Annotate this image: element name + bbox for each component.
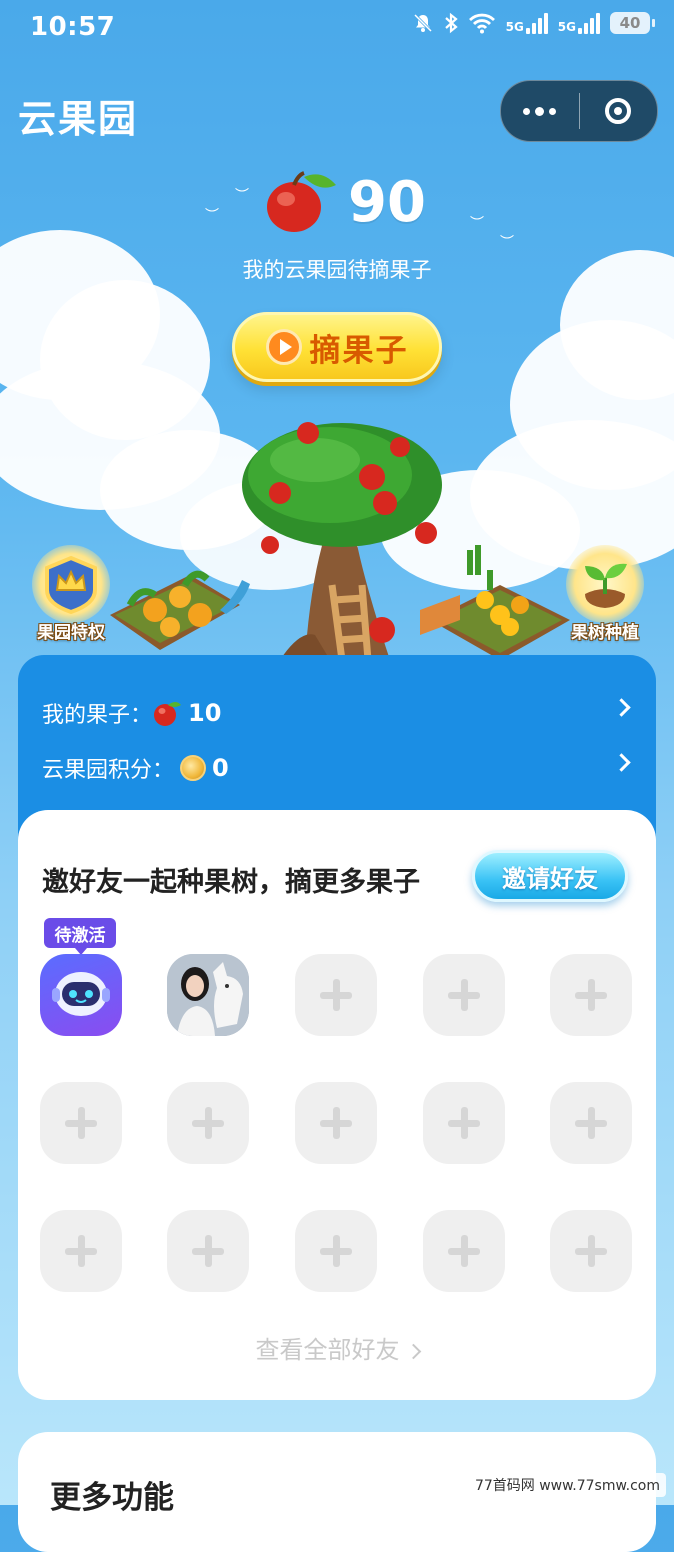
play-icon <box>265 329 302 365</box>
plus-icon <box>575 1107 607 1139</box>
status-icons: 5G 5G 40 <box>412 12 655 34</box>
points-row[interactable]: 云果园积分： 0 <box>42 748 632 788</box>
signal-5g-2: 5G <box>558 12 600 34</box>
pick-fruit-label: 摘果子 <box>309 332 409 369</box>
friend-slot[interactable] <box>167 954 249 1036</box>
chevron-right-icon <box>612 753 631 772</box>
plus-icon <box>448 979 480 1011</box>
friend-slot[interactable] <box>167 1210 249 1292</box>
watermark: 77首码网 www.77smw.com <box>468 1473 666 1497</box>
plus-icon <box>320 1107 352 1139</box>
plus-icon <box>448 1235 480 1267</box>
apple-tree-scene <box>110 422 570 660</box>
plus-icon <box>192 1235 224 1267</box>
orchard-privilege-button[interactable]: 果园特权 <box>26 545 116 645</box>
friend-slot[interactable] <box>550 1210 632 1292</box>
crown-shield-icon <box>45 555 97 614</box>
planting-badge-visual <box>566 545 644 623</box>
apple-icon <box>267 170 336 232</box>
battery-icon: 40 <box>610 12 655 34</box>
points-value: 0 <box>212 754 229 782</box>
plus-icon <box>448 1107 480 1139</box>
plus-icon <box>575 979 607 1011</box>
fruit-counter: 90 <box>264 170 426 235</box>
status-bar: 10:57 5G 5G 40 <box>0 0 674 56</box>
tree-planting-label: 果树种植 <box>571 623 639 643</box>
invite-title: 邀好友一起种果树，摘更多果子 <box>42 867 420 898</box>
invite-card: 邀好友一起种果树，摘更多果子 邀请好友 待激活 查看全部好友 <box>18 810 656 1400</box>
sprout-icon <box>585 563 627 608</box>
pick-fruit-button[interactable]: 摘果子 <box>232 312 442 382</box>
view-all-label: 查看全部好友 <box>255 1336 400 1364</box>
mini-program-capsule <box>500 80 658 142</box>
mute-bell-icon <box>413 13 432 33</box>
my-fruit-row[interactable]: 我的果子： 10 <box>42 693 632 733</box>
tree-planting-button[interactable]: 果树种植 <box>560 545 650 645</box>
pepper-planter <box>420 545 570 660</box>
coin-icon <box>180 755 207 781</box>
points-label: 云果园积分： <box>42 758 175 783</box>
more-features-title: 更多功能 <box>50 1480 174 1516</box>
plus-icon <box>320 979 352 1011</box>
apple-icon <box>154 702 182 726</box>
robot-avatar-icon <box>52 972 110 1016</box>
more-button[interactable] <box>501 81 579 141</box>
page-title: 云果园 <box>18 97 139 141</box>
friend-slot[interactable] <box>550 1082 632 1164</box>
pumpkin-planter <box>110 570 250 650</box>
friend-slot[interactable] <box>423 1082 505 1164</box>
status-time: 10:57 <box>30 12 116 42</box>
chevron-right-icon <box>405 1343 421 1359</box>
friend-slot[interactable] <box>550 954 632 1036</box>
wifi-icon <box>468 13 495 34</box>
plus-icon <box>65 1235 97 1267</box>
friend-slot[interactable] <box>295 954 377 1036</box>
user-avatar-photo <box>167 954 249 1036</box>
apple-tree <box>242 422 442 660</box>
plus-icon <box>65 1107 97 1139</box>
friend-slot[interactable] <box>423 954 505 1036</box>
plus-icon <box>575 1235 607 1267</box>
target-icon <box>605 98 632 124</box>
my-fruit-value: 10 <box>188 699 222 727</box>
signal-5g-1: 5G <box>506 12 548 34</box>
pending-activation-badge: 待激活 <box>44 918 116 955</box>
chevron-right-icon <box>612 698 631 717</box>
fruit-subtitle: 我的云果园待摘果子 <box>242 258 432 282</box>
fruit-count: 90 <box>348 170 426 235</box>
view-all-friends-link[interactable]: 查看全部好友 <box>18 1330 656 1365</box>
bluetooth-icon <box>444 12 458 34</box>
invite-friends-button[interactable]: 邀请好友 <box>472 850 628 902</box>
friend-slot[interactable] <box>40 954 122 1036</box>
my-fruit-label: 我的果子： <box>42 703 153 728</box>
friend-slot[interactable] <box>167 1082 249 1164</box>
friend-slot[interactable] <box>40 1210 122 1292</box>
friend-slot[interactable] <box>295 1210 377 1292</box>
friend-slot[interactable] <box>295 1082 377 1164</box>
friend-slot[interactable] <box>40 1082 122 1164</box>
plus-icon <box>320 1235 352 1267</box>
orchard-privilege-label: 果园特权 <box>37 623 105 643</box>
close-button[interactable] <box>580 81 658 141</box>
friend-slot[interactable] <box>423 1210 505 1292</box>
plus-icon <box>192 1107 224 1139</box>
privilege-badge-visual <box>32 545 110 623</box>
